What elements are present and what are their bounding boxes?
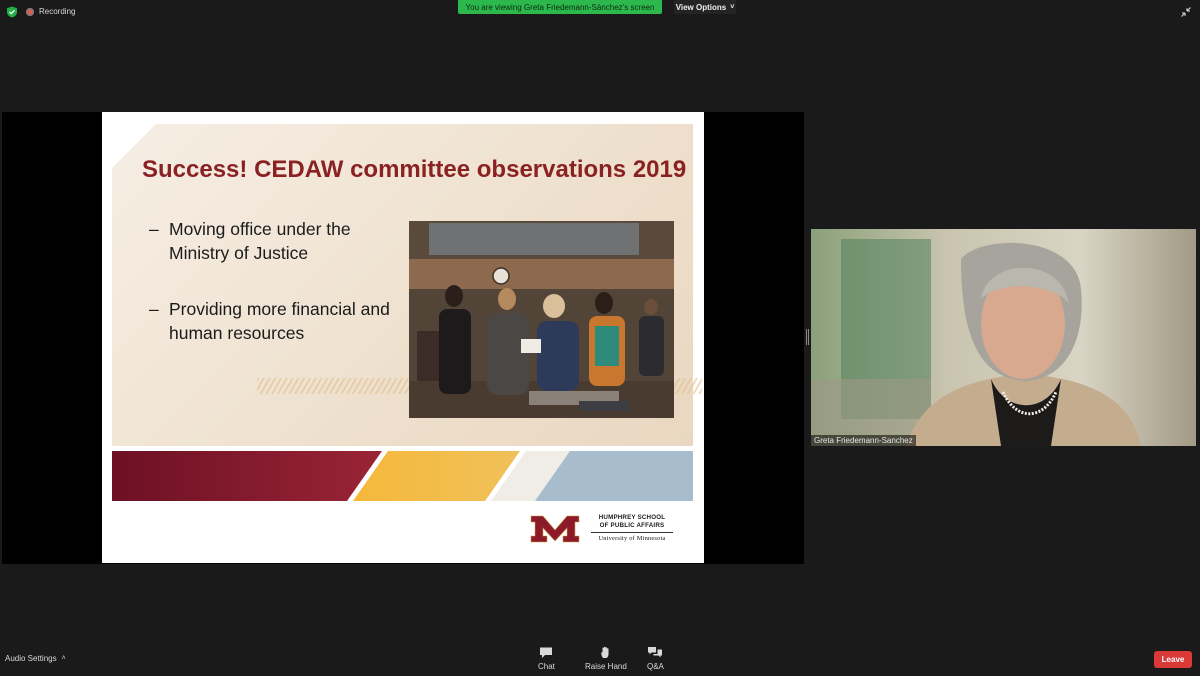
shield-check-icon[interactable] <box>6 6 18 18</box>
slide-color-bands <box>112 451 693 501</box>
logo-line-3: University of Minnesota <box>598 535 666 542</box>
raise-hand-button[interactable]: Raise Hand <box>585 646 627 671</box>
raise-hand-icon <box>601 646 609 658</box>
participant-name-tag: Greta Friedemann-Sanchez <box>811 435 916 446</box>
record-icon <box>26 7 34 16</box>
participant-video-feed <box>811 229 1196 446</box>
slide-bullet: – Moving office under the Ministry of Ju… <box>149 217 351 265</box>
view-options-button[interactable]: View Options ˅ <box>674 0 736 14</box>
humphrey-school-logo-text: HUMPHREY SCHOOL OF PUBLIC AFFAIRS Univer… <box>591 514 673 542</box>
chat-icon <box>540 647 553 658</box>
bullet-line: Providing more financial and <box>169 299 390 319</box>
viewing-screen-banner: You are viewing Greta Friedemann-Sánchez… <box>458 0 662 14</box>
qa-button[interactable]: Q&A <box>647 646 664 671</box>
committee-meeting-photo <box>409 221 674 418</box>
view-options-label: View Options <box>675 2 727 12</box>
chat-button[interactable]: Chat <box>538 646 555 671</box>
audio-settings-button[interactable]: Audio Settings ˄ <box>5 654 66 663</box>
resize-handle[interactable] <box>806 329 809 345</box>
slide-bullet: – Providing more financial and human res… <box>149 297 390 345</box>
raise-hand-label: Raise Hand <box>585 662 627 671</box>
bullet-line: Moving office under the <box>169 219 351 239</box>
leave-button[interactable]: Leave <box>1154 651 1192 668</box>
university-m-logo <box>530 515 580 543</box>
bullet-line: human resources <box>169 323 305 343</box>
participant-video-tile[interactable]: Greta Friedemann-Sanchez <box>811 229 1196 446</box>
zoom-webinar-window: Recording You are viewing Greta Friedema… <box>0 0 1200 676</box>
qa-label: Q&A <box>647 662 664 671</box>
qa-icon <box>648 647 663 658</box>
bullet-text: Providing more financial and human resou… <box>169 297 390 345</box>
bullet-line: Ministry of Justice <box>169 243 309 263</box>
presentation-slide: Success! CEDAW committee observations 20… <box>102 112 704 563</box>
logo-divider <box>591 532 673 533</box>
recording-label: Recording <box>39 7 76 16</box>
logo-line-1: HUMPHREY SCHOOL <box>598 514 666 521</box>
exit-fullscreen-icon[interactable] <box>1180 6 1192 18</box>
recording-indicator[interactable]: Recording <box>26 7 75 16</box>
shared-screen[interactable]: Success! CEDAW committee observations 20… <box>2 112 804 564</box>
audio-settings-label: Audio Settings <box>5 654 57 663</box>
chat-label: Chat <box>538 662 555 671</box>
bullet-text: Moving office under the Ministry of Just… <box>169 217 351 265</box>
chevron-up-icon: ˄ <box>61 655 66 662</box>
logo-line-2: OF PUBLIC AFFAIRS <box>599 522 665 529</box>
slide-title: Success! CEDAW committee observations 20… <box>142 156 687 183</box>
bullet-dash: – <box>149 219 159 239</box>
bullet-dash: – <box>149 299 159 319</box>
chevron-down-icon: ˅ <box>730 3 735 11</box>
